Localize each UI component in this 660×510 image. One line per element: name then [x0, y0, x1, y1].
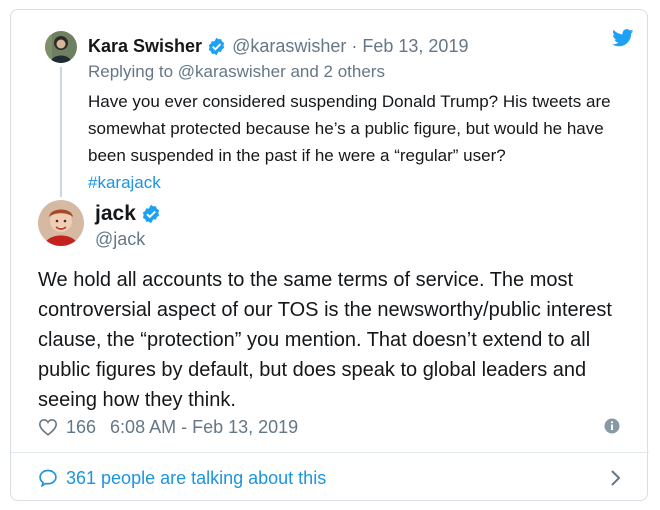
thread-connector-line	[60, 67, 62, 197]
reply-author-handle[interactable]: @karaswisher	[232, 36, 346, 57]
verified-badge-icon	[142, 204, 159, 224]
footer-divider	[11, 452, 649, 453]
heart-icon[interactable]	[38, 418, 58, 436]
reply-text: Have you ever considered suspending Dona…	[88, 92, 611, 165]
main-author-avatar[interactable]	[38, 200, 84, 246]
meta-separator: ·	[351, 36, 358, 56]
conversation-count-label[interactable]: 361 people are talking about this	[66, 468, 326, 489]
twitter-bird-icon[interactable]	[612, 29, 634, 47]
conversation-link[interactable]: 361 people are talking about this	[38, 465, 626, 491]
main-author-handle[interactable]: @jack	[95, 229, 145, 250]
reply-header: Kara Swisher @karaswisher · Feb 13, 2019	[88, 36, 468, 57]
tweet-stats-row: 166 6:08 AM - Feb 13, 2019	[38, 413, 626, 441]
hashtag-link[interactable]: #karajack	[88, 173, 161, 192]
chevron-right-icon[interactable]	[610, 469, 622, 487]
reply-date[interactable]: Feb 13, 2019	[362, 36, 468, 57]
replying-to-label[interactable]: Replying to @karaswisher and 2 others	[88, 62, 385, 82]
info-icon[interactable]	[604, 418, 620, 434]
reply-text-block: Have you ever considered suspending Dona…	[88, 88, 633, 196]
reply-author-avatar[interactable]	[45, 31, 77, 63]
main-author-name[interactable]: jack	[95, 202, 136, 226]
main-author-name-row: jack	[95, 202, 167, 226]
tweet-timestamp[interactable]: 6:08 AM - Feb 13, 2019	[110, 417, 298, 438]
verified-badge-icon	[208, 37, 225, 56]
tweet-text: We hold all accounts to the same terms o…	[38, 269, 612, 411]
like-count[interactable]: 166	[66, 417, 96, 438]
comment-bubble-icon	[39, 469, 57, 488]
reply-author-name[interactable]: Kara Swisher	[88, 36, 202, 57]
